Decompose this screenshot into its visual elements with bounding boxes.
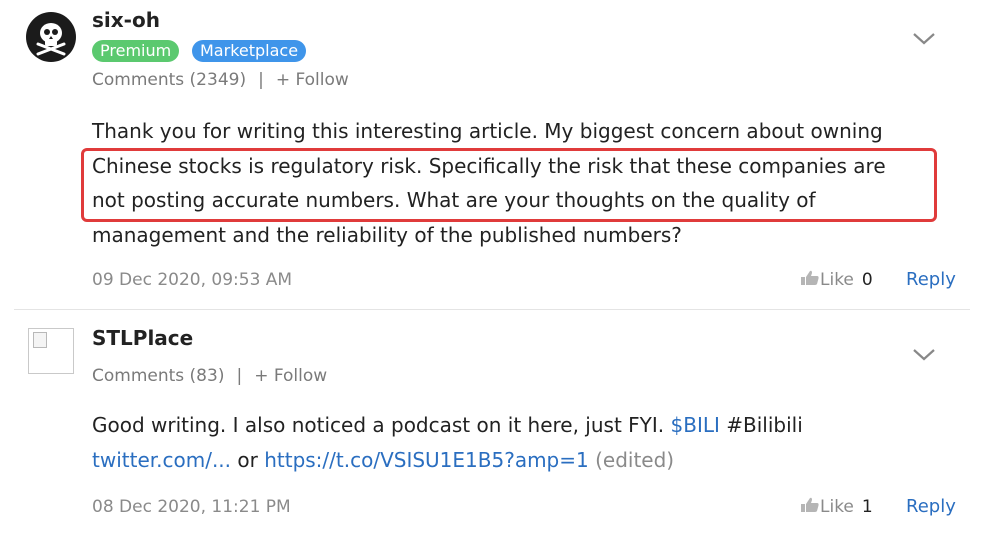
- comment-line: twitter.com/... or https://t.co/VSISU1E1…: [92, 443, 972, 478]
- username[interactable]: six-oh: [92, 8, 160, 32]
- ticker-link[interactable]: $BILI: [671, 413, 720, 437]
- like-button[interactable]: Like 1: [800, 497, 873, 517]
- comment-six-oh: six-oh Premium Marketplace Comments (234…: [0, 0, 1000, 312]
- broken-image-icon: [33, 332, 47, 348]
- username[interactable]: STLPlace: [92, 326, 193, 350]
- like-label: Like: [820, 270, 854, 290]
- comment-line: management and the reliability of the pu…: [92, 222, 682, 247]
- author-meta: Comments (2349) | + Follow: [92, 70, 349, 90]
- follow-button[interactable]: + Follow: [276, 70, 349, 90]
- thumbs-up-icon: [801, 497, 819, 512]
- comment-line: Good writing. I also noticed a podcast o…: [92, 408, 972, 443]
- comments-count-link[interactable]: Comments (2349): [92, 70, 246, 90]
- pirate-skull-flag-icon: [26, 12, 76, 62]
- tco-link[interactable]: https://t.co/VSISU1E1B5?amp=1: [264, 448, 589, 472]
- hashtag-text: #Bilibili: [719, 413, 803, 437]
- like-count: 0: [861, 270, 873, 290]
- comment-stlplace: STLPlace Comments (83) | + Follow Good wri…: [0, 312, 1000, 534]
- thumbs-up-icon: [801, 270, 819, 285]
- follow-button[interactable]: + Follow: [254, 366, 327, 386]
- twitter-link[interactable]: twitter.com/...: [92, 448, 231, 472]
- avatar[interactable]: [26, 12, 76, 62]
- highlight-annotation: [81, 148, 937, 222]
- like-button[interactable]: Like 0: [800, 270, 873, 290]
- timestamp: 08 Dec 2020, 11:21 PM: [92, 497, 291, 517]
- meta-separator: |: [236, 366, 243, 386]
- chevron-down-icon[interactable]: [912, 348, 936, 362]
- meta-separator: |: [258, 70, 264, 90]
- edited-label: (edited): [588, 447, 675, 472]
- reply-button[interactable]: Reply: [906, 269, 956, 290]
- comment-line: Thank you for writing this interesting a…: [92, 119, 883, 143]
- comment-body: Good writing. I also noticed a podcast o…: [92, 408, 972, 477]
- or-text: or: [231, 447, 265, 472]
- comment-text: Good writing. I also noticed a podcast o…: [92, 413, 671, 437]
- like-label: Like: [820, 497, 854, 517]
- like-count: 1: [861, 497, 873, 517]
- chevron-down-icon[interactable]: [912, 32, 936, 46]
- timestamp: 09 Dec 2020, 09:53 AM: [92, 270, 293, 290]
- reply-button[interactable]: Reply: [906, 496, 956, 517]
- comments-count-link[interactable]: Comments (83): [92, 366, 224, 386]
- avatar[interactable]: [28, 328, 74, 374]
- premium-badge[interactable]: Premium: [92, 40, 180, 62]
- author-meta: Comments (83) | + Follow: [92, 366, 327, 386]
- marketplace-badge[interactable]: Marketplace: [192, 40, 307, 62]
- comment-divider: [14, 309, 970, 310]
